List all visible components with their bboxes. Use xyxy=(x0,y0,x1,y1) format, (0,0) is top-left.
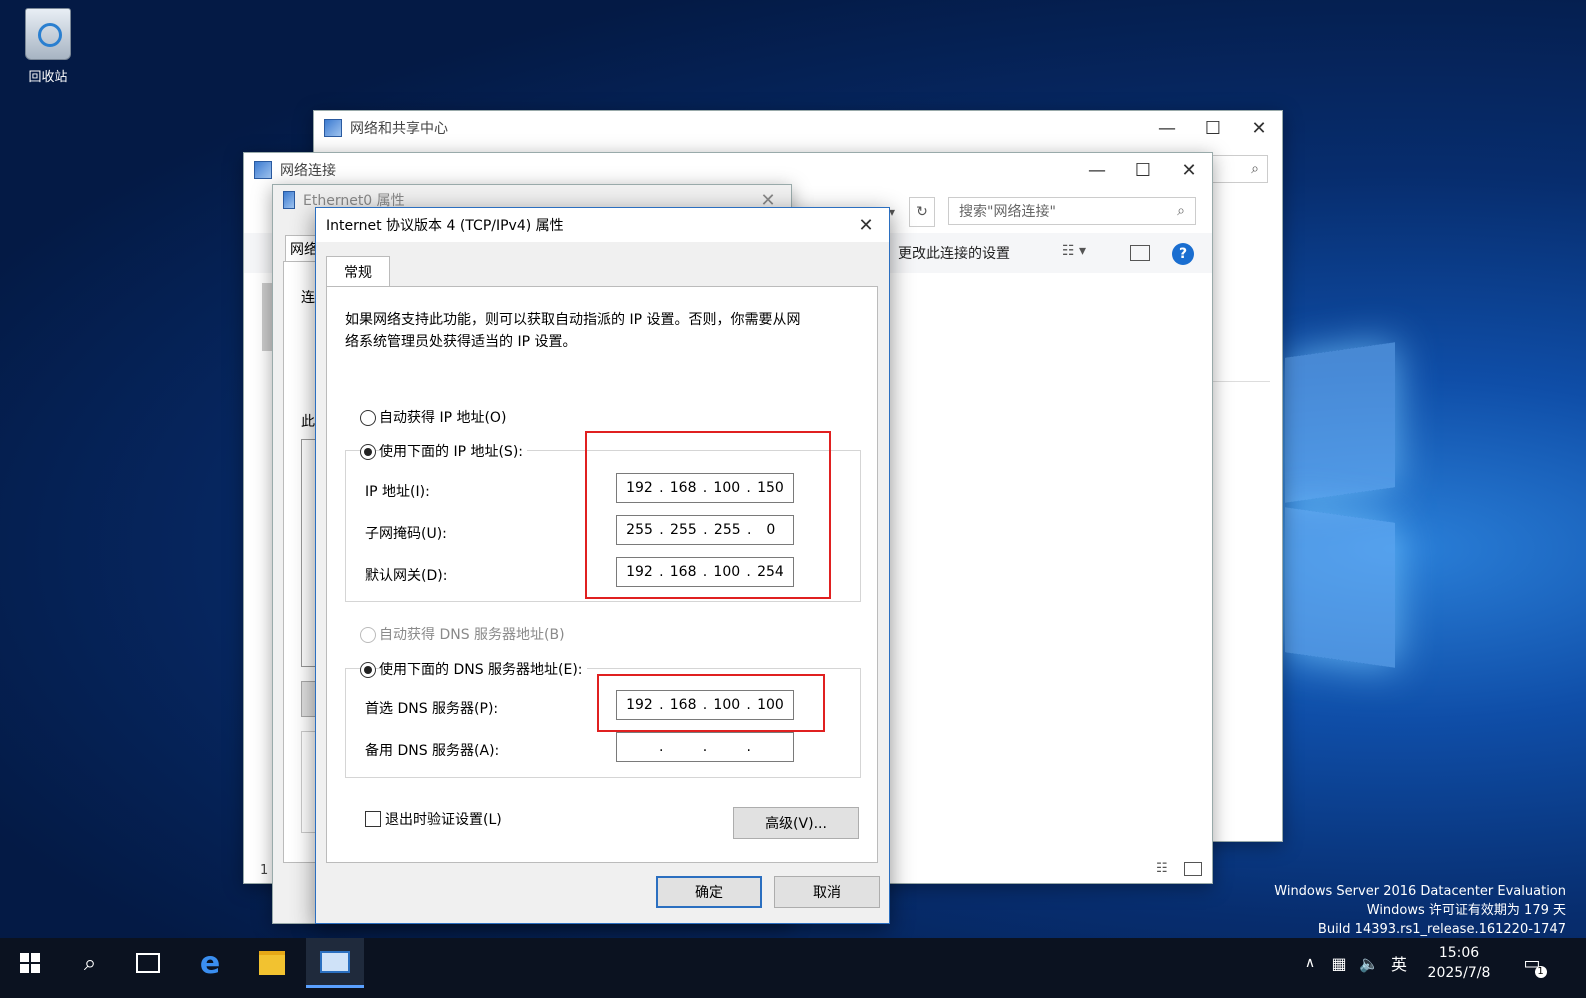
view-options-icon[interactable]: ☷ ▾ xyxy=(1062,243,1086,259)
watermark-line2: Windows 许可证有效期为 179 天 xyxy=(1366,903,1566,918)
logo-pane xyxy=(1285,507,1395,668)
manual-dns-radio[interactable] xyxy=(360,662,376,678)
search-icon: ⌕ xyxy=(1177,203,1185,219)
maximize-button[interactable]: ☐ xyxy=(1190,111,1236,145)
alternate-dns-input[interactable]: ... xyxy=(616,732,794,762)
close-button[interactable]: ✕ xyxy=(1166,153,1212,187)
manual-dns-label: 使用下面的 DNS 服务器地址(E): xyxy=(379,659,587,679)
windows-start-icon xyxy=(20,953,40,973)
search-placeholder: 搜索"网络连接" xyxy=(959,204,1056,220)
auto-dns-radio[interactable] xyxy=(360,627,376,643)
change-settings-command[interactable]: 更改此连接的设置 xyxy=(898,243,1010,263)
os-watermark: Windows Server 2016 Datacenter Evaluatio… xyxy=(1274,882,1566,939)
auto-ip-label: 自动获得 IP 地址(O) xyxy=(379,410,507,426)
dialog-close-button[interactable]: ✕ xyxy=(843,208,889,242)
search-icon[interactable]: ⌕ xyxy=(62,938,118,988)
file-explorer-icon[interactable] xyxy=(244,938,300,988)
dialog-title-bar: Internet 协议版本 4 (TCP/IPv4) 属性 xyxy=(316,208,889,242)
ethernet-icon xyxy=(283,191,295,209)
default-gateway-label: 默认网关(D): xyxy=(365,568,448,584)
tab-general[interactable]: 常规 xyxy=(326,256,390,287)
logo-pane xyxy=(1285,342,1395,503)
chevron-down-icon[interactable]: ▾ xyxy=(889,199,907,225)
preferred-dns-label: 首选 DNS 服务器(P): xyxy=(365,701,499,717)
manual-ip-radio[interactable] xyxy=(360,444,376,460)
refresh-icon[interactable]: ↻ xyxy=(909,197,935,227)
scroll-region xyxy=(262,283,272,351)
preview-pane-icon[interactable] xyxy=(1130,245,1150,261)
title-bar: 网络连接 xyxy=(244,153,1212,187)
search-icon[interactable]: ⌕ xyxy=(1210,155,1268,183)
notification-center-icon[interactable]: ▭ 1 xyxy=(1512,938,1552,988)
subnet-mask-label: 子网掩码(U): xyxy=(365,526,447,542)
maximize-button[interactable]: ☐ xyxy=(1120,153,1166,187)
auto-dns-label: 自动获得 DNS 服务器地址(B) xyxy=(379,627,565,643)
clock[interactable]: 15:06 2025/7/8 xyxy=(1416,938,1502,988)
window-title: 网络连接 xyxy=(280,163,336,179)
general-tab-panel: 如果网络支持此功能，则可以获取自动指派的 IP 设置。否则，你需要从网 络系统管… xyxy=(326,286,878,863)
clock-date: 2025/7/8 xyxy=(1427,965,1491,981)
clock-time: 15:06 xyxy=(1438,945,1480,961)
chevron-up-icon[interactable]: ∧ xyxy=(1298,938,1322,988)
highlight-box-ip xyxy=(585,431,831,599)
recycle-bin-icon xyxy=(25,8,71,60)
divider xyxy=(1212,381,1270,382)
manual-ip-label: 使用下面的 IP 地址(S): xyxy=(379,441,527,461)
validate-label: 退出时验证设置(L) xyxy=(385,812,502,828)
minimize-button[interactable]: — xyxy=(1144,111,1190,145)
help-icon[interactable]: ? xyxy=(1172,243,1194,265)
recycle-bin[interactable]: 回收站 xyxy=(18,8,78,85)
watermark-line3: Build 14393.rs1_release.161220-1747 xyxy=(1317,922,1566,937)
ip-address-label: IP 地址(I): xyxy=(365,484,430,500)
notification-count: 1 xyxy=(1534,965,1547,978)
task-view-icon[interactable] xyxy=(120,938,176,988)
ok-button[interactable]: 确定 xyxy=(656,876,762,908)
network-tray-icon[interactable]: ▦ xyxy=(1326,938,1352,988)
items-label: 此 xyxy=(301,414,315,430)
search-input[interactable]: 搜索"网络连接" ⌕ xyxy=(948,197,1196,225)
close-button[interactable]: ✕ xyxy=(1236,111,1282,145)
start-button[interactable] xyxy=(0,938,60,988)
minimize-button[interactable]: — xyxy=(1074,153,1120,187)
network-connections-taskbar-icon[interactable] xyxy=(306,938,364,988)
connect-label: 连 xyxy=(301,290,315,306)
cancel-button[interactable]: 取消 xyxy=(774,876,880,908)
status-count: 1 xyxy=(260,863,269,878)
network-icon xyxy=(324,119,342,137)
ime-indicator[interactable]: 英 xyxy=(1386,938,1412,988)
dialog-title: Internet 协议版本 4 (TCP/IPv4) 属性 xyxy=(326,218,564,234)
advanced-button[interactable]: 高级(V)... xyxy=(733,807,859,839)
taskbar: ⌕ e ∧ ▦ 🔈 英 15:06 2025/7/8 ▭ 1 xyxy=(0,938,1586,998)
details-view-icon[interactable]: ☷ xyxy=(1156,861,1168,876)
watermark-line1: Windows Server 2016 Datacenter Evaluatio… xyxy=(1274,884,1566,899)
tiles-view-icon[interactable] xyxy=(1184,862,1202,876)
highlight-box-dns xyxy=(597,674,825,732)
internet-explorer-icon[interactable]: e xyxy=(182,938,238,988)
description-line2: 络系统管理员处获得适当的 IP 设置。 xyxy=(345,334,577,350)
ipv4-properties-dialog: Internet 协议版本 4 (TCP/IPv4) 属性 ✕ 常规 如果网络支… xyxy=(315,207,890,924)
network-connections-icon xyxy=(254,161,272,179)
volume-muted-icon[interactable]: 🔈 xyxy=(1356,938,1382,988)
title-bar: 网络和共享中心 xyxy=(314,111,1282,145)
window-title: 网络和共享中心 xyxy=(350,121,448,137)
description-line1: 如果网络支持此功能，则可以获取自动指派的 IP 设置。否则，你需要从网 xyxy=(345,312,801,328)
validate-checkbox[interactable] xyxy=(365,811,381,827)
auto-ip-radio[interactable] xyxy=(360,410,376,426)
alternate-dns-label: 备用 DNS 服务器(A): xyxy=(365,743,500,759)
recycle-bin-label: 回收站 xyxy=(28,70,68,85)
